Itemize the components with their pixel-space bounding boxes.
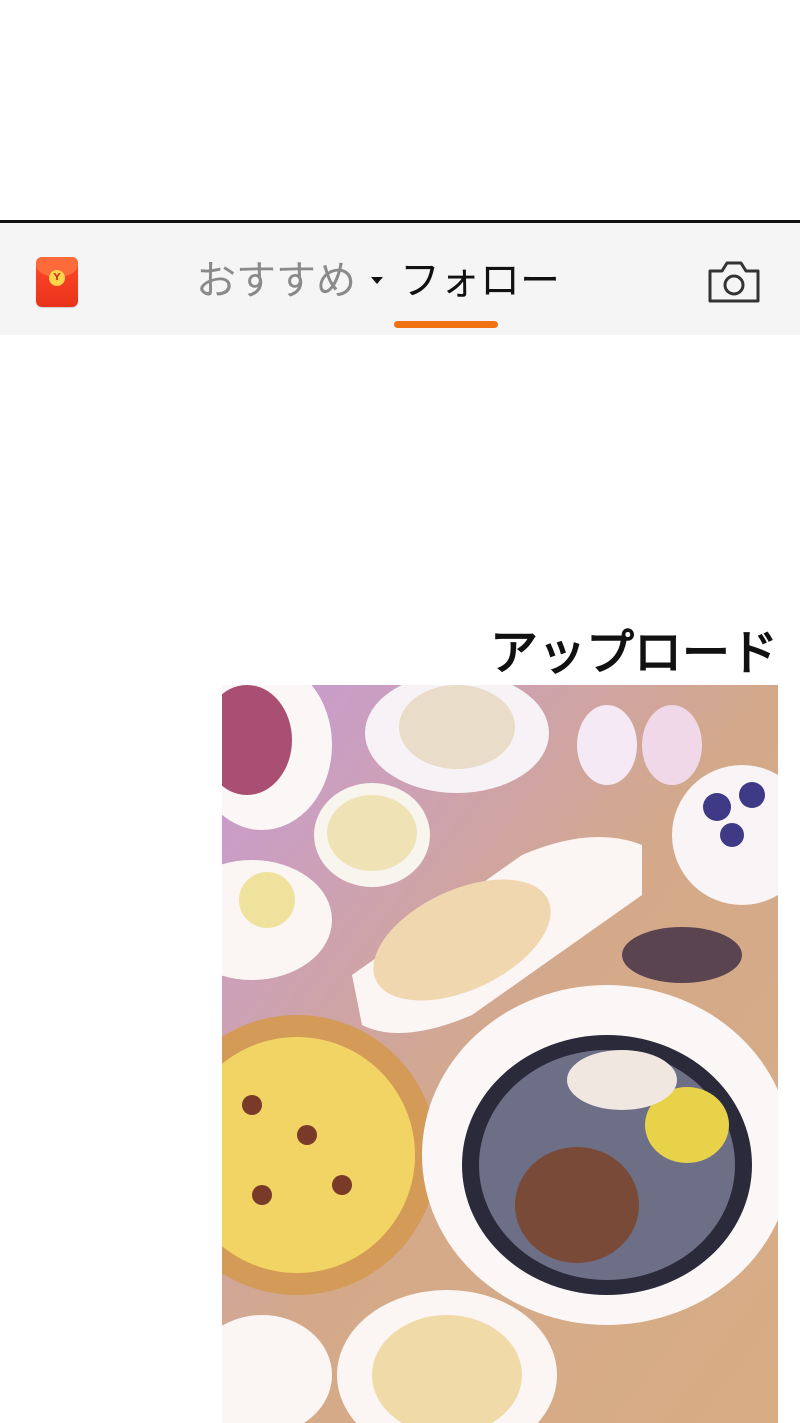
caret-down-icon[interactable] (371, 277, 383, 284)
camera-icon[interactable] (706, 259, 762, 305)
tab-follow[interactable]: フォロー (400, 255, 560, 307)
tab-recommended[interactable]: おすすめ (196, 255, 356, 307)
red-envelope-icon[interactable]: Y (36, 257, 78, 307)
top-blank-area (0, 0, 800, 220)
food-photo[interactable] (222, 685, 778, 1423)
red-envelope-coin: Y (49, 270, 65, 286)
active-tab-indicator (394, 321, 498, 328)
top-nav-bar: Y おすすめ フォロー (0, 223, 800, 335)
upload-label: アップロード (489, 625, 778, 681)
app-screen: Y おすすめ フォロー アップロード (0, 220, 800, 1423)
